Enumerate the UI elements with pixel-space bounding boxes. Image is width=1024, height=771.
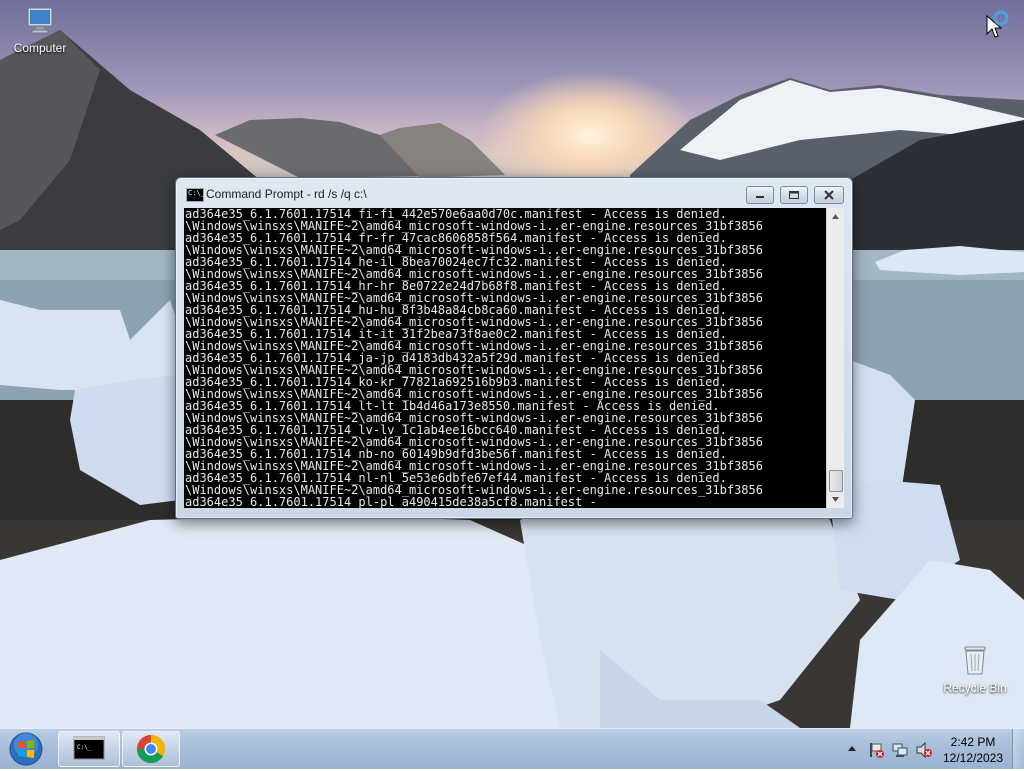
clock-time: 2:42 PM xyxy=(950,735,996,749)
network-icon xyxy=(892,743,908,757)
arrow-down-icon xyxy=(832,497,839,502)
maximize-icon xyxy=(789,191,799,199)
chevron-up-icon xyxy=(848,746,856,751)
console-line: ad364e35_6.1.7601.17514_pl-pl_a490415de3… xyxy=(185,495,597,508)
taskbar-command-prompt-button[interactable]: C:\_ xyxy=(58,731,120,767)
show-desktop-button[interactable] xyxy=(1012,729,1024,769)
minimize-button[interactable] xyxy=(746,186,774,204)
windows-start-orb-icon xyxy=(9,732,43,766)
arrow-up-icon xyxy=(832,214,839,219)
scroll-thumb[interactable] xyxy=(829,470,843,492)
recycle-bin-icon xyxy=(964,646,986,675)
taskbar-chrome-button[interactable] xyxy=(122,731,180,767)
desktop-icon-label: Computer xyxy=(13,41,67,55)
chrome-icon xyxy=(137,735,165,763)
window-title: Command Prompt - rd /s /q c:\ xyxy=(206,187,367,201)
svg-text:C:\_: C:\_ xyxy=(77,744,92,751)
close-button[interactable] xyxy=(814,186,844,204)
network-tray-icon[interactable] xyxy=(891,741,908,757)
desktop-icon-computer[interactable]: Computer xyxy=(0,6,80,55)
desktop-icon-label: Recycle Bin xyxy=(943,681,1007,695)
volume-tray-icon[interactable] xyxy=(915,741,932,759)
computer-icon xyxy=(27,7,53,34)
busy-cursor-icon xyxy=(986,10,1009,38)
command-prompt-icon: C:\_ xyxy=(186,188,205,202)
console-output[interactable]: ad364e35_6.1.7601.17514_fi-fi_442e570e6a… xyxy=(184,208,826,508)
minimize-icon xyxy=(756,196,764,198)
window-titlebar[interactable]: C:\_ Command Prompt - rd /s /q c:\ xyxy=(176,178,852,208)
scroll-down-button[interactable] xyxy=(827,491,844,508)
close-icon xyxy=(824,190,834,200)
action-center-flag-icon xyxy=(870,743,884,758)
volume-muted-icon xyxy=(916,741,932,759)
command-prompt-window[interactable]: C:\_ Command Prompt - rd /s /q c:\ ad364… xyxy=(175,177,853,519)
action-center-tray-icon[interactable] xyxy=(867,741,884,758)
maximize-button[interactable] xyxy=(780,186,808,204)
taskbar: C:\_ 2:42 PM 12/12/2023 xyxy=(0,728,1024,769)
scroll-up-button[interactable] xyxy=(827,208,844,225)
taskbar-clock[interactable]: 2:42 PM 12/12/2023 xyxy=(938,734,1008,766)
desktop-icon-recycle-bin[interactable]: Recycle Bin xyxy=(935,644,1015,695)
vertical-scrollbar[interactable] xyxy=(826,208,844,508)
clock-date: 12/12/2023 xyxy=(942,751,1004,765)
command-prompt-icon: C:\_ xyxy=(73,736,105,760)
console-text: ad364e35_6.1.7601.17514_fi-fi_442e570e6a… xyxy=(184,208,826,508)
show-hidden-icons-button[interactable] xyxy=(844,741,860,757)
start-button[interactable] xyxy=(6,731,46,767)
